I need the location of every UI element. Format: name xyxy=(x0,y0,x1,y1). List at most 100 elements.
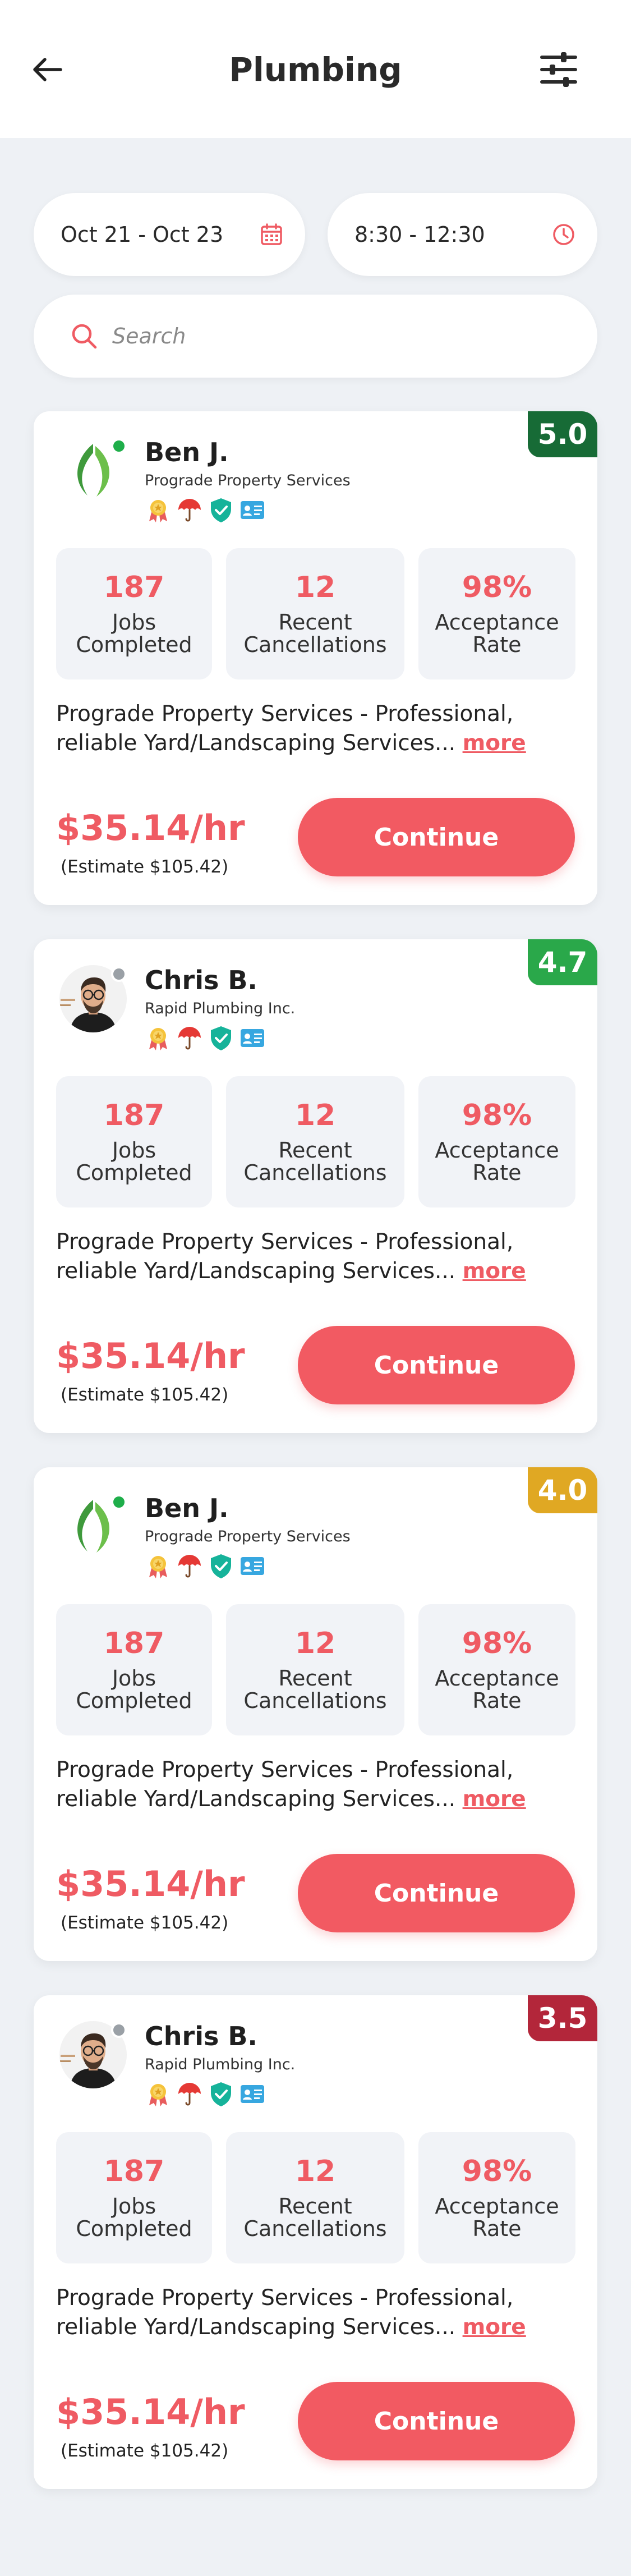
stat-label: Jobs Completed xyxy=(76,2194,192,2241)
stat-value: 12 xyxy=(294,1627,336,1660)
hourly-price: $35.14/hr xyxy=(56,2391,245,2432)
stat-value: 98% xyxy=(462,1627,532,1660)
description-text: Prograde Property Services - Professiona… xyxy=(56,1757,514,1812)
id-card-icon xyxy=(239,1025,266,1051)
description-text: Prograde Property Services - Professiona… xyxy=(56,1229,514,1284)
id-card-icon xyxy=(239,2081,266,2107)
more-link[interactable]: more xyxy=(463,2315,526,2340)
price-estimate: (Estimate $105.42) xyxy=(61,1385,229,1405)
jobs-completed-stat: 187 Jobs Completed xyxy=(56,1076,212,1207)
more-link[interactable]: more xyxy=(463,1787,526,1812)
stat-label: Acceptance Rate xyxy=(435,1666,559,1713)
stat-label: Acceptance Rate xyxy=(435,2194,559,2241)
more-link[interactable]: more xyxy=(463,731,526,756)
search-icon xyxy=(72,324,97,349)
date-range-picker[interactable]: Oct 21 - Oct 23 xyxy=(34,193,305,276)
badge-row xyxy=(145,2081,266,2109)
shield-check-icon xyxy=(208,1025,234,1051)
rating-badge: 5.0 xyxy=(528,411,597,457)
medal-icon xyxy=(145,1025,172,1051)
date-range-value: Oct 21 - Oct 23 xyxy=(61,222,224,247)
provider-card[interactable]: 3.5 Chris B. Rapid Plumbing Inc. 187 Jobs Co… xyxy=(34,1995,597,2489)
search-bar xyxy=(34,295,597,378)
stat-value: 187 xyxy=(103,1627,165,1660)
more-link[interactable]: more xyxy=(463,1259,526,1284)
shield-check-icon xyxy=(208,1553,234,1579)
stat-label: Recent Cancellations xyxy=(243,610,387,657)
umbrella-icon xyxy=(176,2081,203,2107)
recent-cancellations-stat: 12 Recent Cancellations xyxy=(226,2132,404,2263)
stat-value: 187 xyxy=(103,1099,165,1132)
badge-row xyxy=(145,1025,266,1053)
rating-badge: 3.5 xyxy=(528,1995,597,2041)
id-card-icon xyxy=(239,497,266,524)
time-range-value: 8:30 - 12:30 xyxy=(354,222,485,247)
provider-description: Prograde Property Services - Professiona… xyxy=(56,700,572,758)
hourly-price: $35.14/hr xyxy=(56,1863,245,1904)
recent-cancellations-stat: 12 Recent Cancellations xyxy=(226,548,404,679)
continue-button[interactable]: Continue xyxy=(298,798,575,876)
stat-label: Acceptance Rate xyxy=(435,1138,559,1185)
jobs-completed-stat: 187 Jobs Completed xyxy=(56,1604,212,1735)
stat-label: Jobs Completed xyxy=(76,610,192,657)
umbrella-icon xyxy=(176,1025,203,1051)
page-title: Plumbing xyxy=(229,50,402,89)
shield-check-icon xyxy=(208,2081,234,2107)
calendar-icon xyxy=(261,223,282,245)
stat-value: 12 xyxy=(294,1099,336,1132)
acceptance-rate-stat: 98% Acceptance Rate xyxy=(418,548,575,679)
umbrella-icon xyxy=(176,497,203,524)
jobs-completed-stat: 187 Jobs Completed xyxy=(56,548,212,679)
description-text: Prograde Property Services - Professiona… xyxy=(56,2285,514,2340)
stat-value: 187 xyxy=(103,571,165,604)
status-indicator xyxy=(111,438,127,454)
rating-badge: 4.0 xyxy=(528,1467,597,1513)
provider-card[interactable]: 5.0 Ben J. Prograde Property Services 187 Jo… xyxy=(34,411,597,905)
shield-check-icon xyxy=(208,497,234,524)
status-indicator xyxy=(111,2022,127,2038)
time-range-picker[interactable]: 8:30 - 12:30 xyxy=(328,193,597,276)
stat-value: 98% xyxy=(462,2155,532,2188)
status-indicator xyxy=(111,966,127,982)
provider-description: Prograde Property Services - Professiona… xyxy=(56,2284,572,2342)
umbrella-icon xyxy=(176,1553,203,1579)
app-header: Plumbing xyxy=(0,0,631,138)
search-input[interactable] xyxy=(112,317,572,355)
continue-button[interactable]: Continue xyxy=(298,1854,575,1932)
medal-icon xyxy=(145,497,172,524)
stat-label: Recent Cancellations xyxy=(243,1666,387,1713)
price-estimate: (Estimate $105.42) xyxy=(61,857,229,877)
continue-button[interactable]: Continue xyxy=(298,1326,575,1404)
id-card-icon xyxy=(239,1553,266,1579)
rating-badge: 4.7 xyxy=(528,939,597,985)
jobs-completed-stat: 187 Jobs Completed xyxy=(56,2132,212,2263)
provider-name: Ben J. xyxy=(145,437,229,467)
company-name: Rapid Plumbing Inc. xyxy=(145,1000,296,1017)
stat-label: Recent Cancellations xyxy=(243,2194,387,2241)
medal-icon xyxy=(145,1553,172,1579)
stat-value: 12 xyxy=(294,571,336,604)
continue-button[interactable]: Continue xyxy=(298,2382,575,2460)
stat-label: Jobs Completed xyxy=(76,1666,192,1713)
provider-card[interactable]: 4.0 Ben J. Prograde Property Services 187 Jo… xyxy=(34,1467,597,1961)
clock-icon xyxy=(553,224,574,245)
company-name: Rapid Plumbing Inc. xyxy=(145,2056,296,2073)
stat-value: 98% xyxy=(462,571,532,604)
status-indicator xyxy=(111,1494,127,1510)
price-estimate: (Estimate $105.42) xyxy=(61,2441,229,2461)
medal-icon xyxy=(145,2081,172,2107)
provider-name: Ben J. xyxy=(145,1493,229,1523)
hourly-price: $35.14/hr xyxy=(56,807,245,848)
provider-name: Chris B. xyxy=(145,2021,257,2051)
hourly-price: $35.14/hr xyxy=(56,1335,245,1376)
provider-name: Chris B. xyxy=(145,965,257,995)
badge-row xyxy=(145,1553,266,1581)
provider-description: Prograde Property Services - Professiona… xyxy=(56,1228,572,1286)
recent-cancellations-stat: 12 Recent Cancellations xyxy=(226,1076,404,1207)
provider-card[interactable]: 4.7 Chris B. Rapid Plumbing Inc. 187 Jobs Co… xyxy=(34,939,597,1433)
stat-label: Recent Cancellations xyxy=(243,1138,387,1185)
filter-settings-button[interactable] xyxy=(537,48,580,91)
recent-cancellations-stat: 12 Recent Cancellations xyxy=(226,1604,404,1735)
acceptance-rate-stat: 98% Acceptance Rate xyxy=(418,1604,575,1735)
stat-value: 187 xyxy=(103,2155,165,2188)
